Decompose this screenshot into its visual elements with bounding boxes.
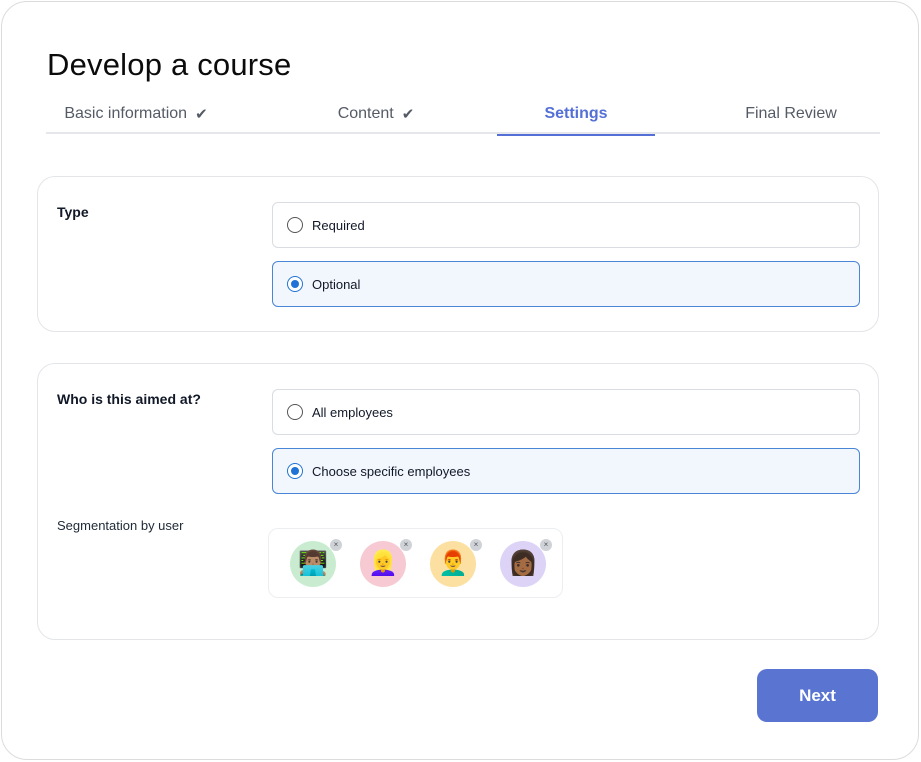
tab-label: Settings <box>544 105 608 122</box>
option-required[interactable]: Required <box>272 202 860 248</box>
option-all-employees[interactable]: All employees <box>272 389 860 435</box>
type-label: Type <box>57 204 89 220</box>
user-avatar[interactable]: 👩🏾 × <box>500 539 552 587</box>
radio-unselected-icon[interactable] <box>287 217 303 233</box>
type-card: Type Required Optional <box>37 176 879 332</box>
tab-label: Basic information <box>64 105 188 122</box>
remove-user-icon[interactable]: × <box>540 539 552 551</box>
app-window: Develop a course Basic information ✔ Con… <box>1 1 919 760</box>
audience-card: Who is this aimed at? All employees Choo… <box>37 363 879 640</box>
selected-users: 👨🏽‍💻 × 👱‍♀️ × 👨‍🦰 × 👩🏾 × <box>268 528 563 598</box>
tab-basic-information[interactable]: Basic information ✔ <box>46 94 226 134</box>
segmentation-label: Segmentation by user <box>57 518 184 533</box>
tab-final-review[interactable]: Final Review <box>726 94 856 134</box>
user-avatar[interactable]: 👱‍♀️ × <box>360 539 412 587</box>
option-label: Optional <box>312 276 361 292</box>
option-specific-employees[interactable]: Choose specific employees <box>272 448 860 494</box>
checkmark-icon: ✔ <box>195 106 208 123</box>
radio-unselected-icon[interactable] <box>287 404 303 420</box>
tab-label: Final Review <box>745 105 837 122</box>
user-avatar[interactable]: 👨🏽‍💻 × <box>290 539 342 587</box>
page-title: Develop a course <box>47 47 292 82</box>
man-red-hair-icon: 👨‍🦰 <box>438 550 468 577</box>
audience-label: Who is this aimed at? <box>57 391 201 407</box>
man-technologist-icon: 👨🏽‍💻 <box>298 550 328 577</box>
woman-dark-skin-icon: 👩🏾 <box>508 550 538 577</box>
tab-settings[interactable]: Settings <box>497 94 655 136</box>
next-button[interactable]: Next <box>757 669 878 722</box>
checkmark-icon: ✔ <box>401 106 415 123</box>
user-avatar[interactable]: 👨‍🦰 × <box>430 539 482 587</box>
tab-label: Content <box>337 105 394 122</box>
remove-user-icon[interactable]: × <box>330 539 342 551</box>
tab-content[interactable]: Content ✔ <box>326 94 426 134</box>
remove-user-icon[interactable]: × <box>470 539 482 551</box>
radio-selected-icon[interactable] <box>287 276 303 292</box>
option-label: Required <box>312 217 365 233</box>
stepper-tabs: Basic information ✔ Content ✔ Settings F… <box>46 94 880 136</box>
remove-user-icon[interactable]: × <box>400 539 412 551</box>
woman-blond-icon: 👱‍♀️ <box>368 550 398 577</box>
option-label: Choose specific employees <box>312 463 471 479</box>
option-optional[interactable]: Optional <box>272 261 860 307</box>
radio-selected-icon[interactable] <box>287 463 303 479</box>
option-label: All employees <box>312 404 393 420</box>
